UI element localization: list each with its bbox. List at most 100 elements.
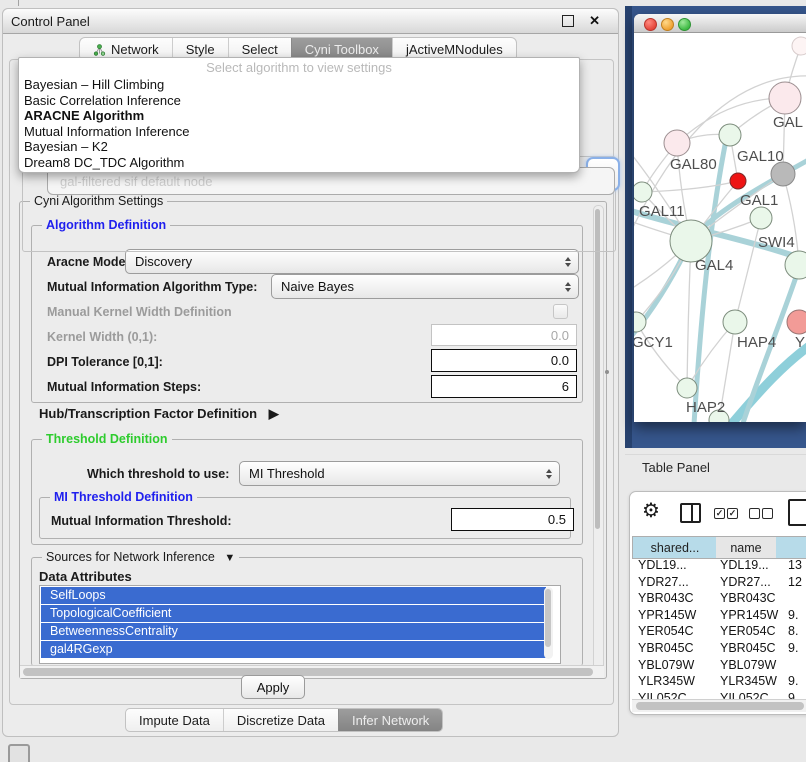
network-node-gal[interactable] — [769, 82, 801, 114]
table-row[interactable]: YIL052CYIL052C9. — [630, 690, 806, 699]
network-icon — [93, 44, 106, 56]
network-node-hap2[interactable] — [677, 378, 697, 398]
table-row[interactable]: YBL079WYBL079W — [630, 657, 806, 674]
network-edge — [694, 140, 726, 422]
algorithm-dropdown-list: Bayesian – Hill ClimbingBasic Correlatio… — [19, 77, 579, 171]
attributes-scrollbar[interactable] — [544, 587, 553, 659]
mi-type-combo[interactable]: Naive Bayes — [271, 274, 579, 299]
minimize-window-icon[interactable] — [661, 18, 674, 31]
attribute-item-betweennesscentrality[interactable]: BetweennessCentrality — [41, 623, 546, 640]
column-header-2[interactable] — [776, 536, 806, 559]
settings-vscrollbar-thumb[interactable] — [595, 209, 600, 529]
algorithm-option-bayesian-hill-climbing[interactable]: Bayesian – Hill Climbing — [19, 77, 579, 93]
attribute-item-gal4rgexp[interactable]: gal4RGexp — [41, 641, 546, 658]
threshold-definition-legend: Threshold Definition — [42, 432, 172, 446]
mi-threshold-input[interactable]: 0.5 — [451, 508, 574, 531]
network-selection-value: gal-filtered sif default node — [60, 174, 212, 189]
network-node-gal11[interactable] — [634, 182, 652, 202]
aracne-mode-value: Discovery — [135, 254, 192, 269]
network-canvas[interactable]: GAL80GALGAL10GAL11GAL1GAL4SWI4GCY1HAP4YH… — [634, 32, 806, 422]
kernel-width-input[interactable]: 0.0 — [431, 324, 577, 346]
settings-hscrollbar[interactable] — [20, 665, 604, 678]
which-threshold-label: Which threshold to use: — [87, 467, 229, 481]
table-cell: 9. — [788, 608, 798, 622]
zoom-window-icon[interactable] — [678, 18, 691, 31]
select-all-checkbox-icon-2[interactable]: ✓ — [727, 508, 738, 519]
table-cell: YIL052C — [720, 691, 769, 699]
sources-title: Sources for Network Inference — [46, 550, 215, 564]
algorithm-option-mutual-information-inference[interactable]: Mutual Information Inference — [19, 124, 579, 140]
settings-hscrollbar-thumb[interactable] — [23, 668, 593, 676]
network-node-gal4[interactable] — [670, 220, 712, 262]
table-row[interactable]: YPR145WYPR145W9. — [630, 607, 806, 624]
manual-kernel-checkbox[interactable] — [553, 304, 568, 319]
hub-definition-toggle[interactable]: Hub/Transcription Factor Definition ▶ — [39, 406, 279, 422]
table-row[interactable]: YLR345WYLR345W9. — [630, 673, 806, 690]
network-window-titlebar[interactable] — [634, 14, 806, 33]
bottom-tab-discretize-data[interactable]: Discretize Data — [223, 709, 338, 731]
close-window-icon[interactable] — [644, 18, 657, 31]
table-cell: YDL19... — [720, 558, 769, 572]
new-table-icon[interactable] — [788, 499, 806, 526]
collapsed-panel-icon[interactable] — [8, 744, 30, 762]
apply-button[interactable]: Apply — [241, 675, 305, 699]
which-threshold-combo[interactable]: MI Threshold — [239, 461, 560, 486]
column-header-name[interactable]: name — [716, 536, 777, 559]
settings-vscrollbar[interactable] — [593, 205, 604, 675]
table-row[interactable]: YDL19...YDL19...13 — [630, 557, 806, 574]
sources-legend[interactable]: Sources for Network Inference ▼ — [42, 550, 239, 564]
attribute-item-topologicalcoefficient[interactable]: TopologicalCoefficient — [41, 605, 546, 622]
network-node-gal1[interactable] — [750, 207, 772, 229]
network-node[interactable] — [730, 173, 746, 189]
table-row[interactable]: YDR27...YDR27...12 — [630, 574, 806, 591]
network-node[interactable] — [792, 37, 806, 55]
gear-icon[interactable]: ⚙ — [642, 498, 660, 523]
mi-threshold-legend: MI Threshold Definition — [50, 490, 197, 504]
network-node-label: GAL10 — [737, 148, 784, 165]
table-row[interactable]: YBR045CYBR045C9. — [630, 640, 806, 657]
hub-definition-label: Hub/Transcription Factor Definition — [39, 406, 257, 421]
algorithm-option-aracne-algorithm[interactable]: ARACNE Algorithm — [19, 108, 579, 124]
dpi-tolerance-input[interactable]: 0.0 — [431, 349, 577, 372]
algorithm-dropdown-popup: Select algorithm to view settings Bayesi… — [18, 57, 580, 173]
table-hscrollbar-thumb[interactable] — [636, 702, 804, 710]
columns-icon[interactable] — [680, 503, 701, 523]
network-node-hap4[interactable] — [723, 310, 747, 334]
mi-steps-input[interactable]: 6 — [431, 375, 577, 398]
algorithm-option-dream8-dc-tdc-algorithm[interactable]: Dream8 DC_TDC Algorithm — [19, 155, 579, 171]
table-cell: YIL052C — [638, 691, 687, 699]
network-node-label: SWI4 — [758, 234, 795, 251]
network-node-gcy1[interactable] — [634, 312, 646, 332]
close-panel-icon[interactable]: ✕ — [589, 12, 600, 29]
tab-label: jActiveMNodules — [406, 42, 503, 57]
table-cell: YER054C — [720, 624, 776, 638]
deselect-checkbox-icon-2[interactable] — [762, 508, 773, 519]
bottom-tab-impute-data[interactable]: Impute Data — [126, 709, 223, 731]
deselect-checkbox-icon[interactable] — [749, 508, 760, 519]
bottom-tab-infer-network[interactable]: Infer Network — [338, 709, 442, 731]
split-pane-handle[interactable] — [605, 370, 609, 374]
network-window: GAL80GALGAL10GAL11GAL1GAL4SWI4GCY1HAP4YH… — [634, 14, 806, 422]
table-hscrollbar[interactable] — [632, 699, 806, 712]
select-all-checkbox-icon[interactable]: ✓ — [714, 508, 725, 519]
column-header-shared-[interactable]: shared... — [632, 536, 718, 559]
aracne-mode-combo[interactable]: Discovery — [125, 249, 579, 274]
float-window-icon[interactable] — [562, 15, 574, 27]
network-node-gal10[interactable] — [719, 124, 741, 146]
attributes-scrollbar-thumb[interactable] — [545, 589, 551, 647]
network-node-label: GAL1 — [740, 192, 778, 209]
network-node-y[interactable] — [787, 310, 806, 334]
network-node-label: HAP2 — [686, 399, 725, 416]
attribute-item-selfloops[interactable]: SelfLoops — [41, 587, 546, 604]
manual-kernel-label: Manual Kernel Width Definition — [47, 305, 232, 319]
network-view-frame: GAL80GALGAL10GAL11GAL1GAL4SWI4GCY1HAP4YH… — [625, 6, 806, 448]
algorithm-option-bayesian-k2[interactable]: Bayesian – K2 — [19, 139, 579, 155]
screen: Control Panel ✕ NetworkStyleSelectCyni T… — [0, 0, 806, 762]
network-node-gal80[interactable] — [664, 130, 690, 156]
algorithm-option-basic-correlation-inference[interactable]: Basic Correlation Inference — [19, 93, 579, 109]
combo-arrows-icon — [565, 282, 571, 292]
table-row[interactable]: YBR043CYBR043C — [630, 590, 806, 607]
network-node[interactable] — [771, 162, 795, 186]
table-row[interactable]: YER054CYER054C8. — [630, 623, 806, 640]
table-cell: YBL079W — [638, 658, 694, 672]
